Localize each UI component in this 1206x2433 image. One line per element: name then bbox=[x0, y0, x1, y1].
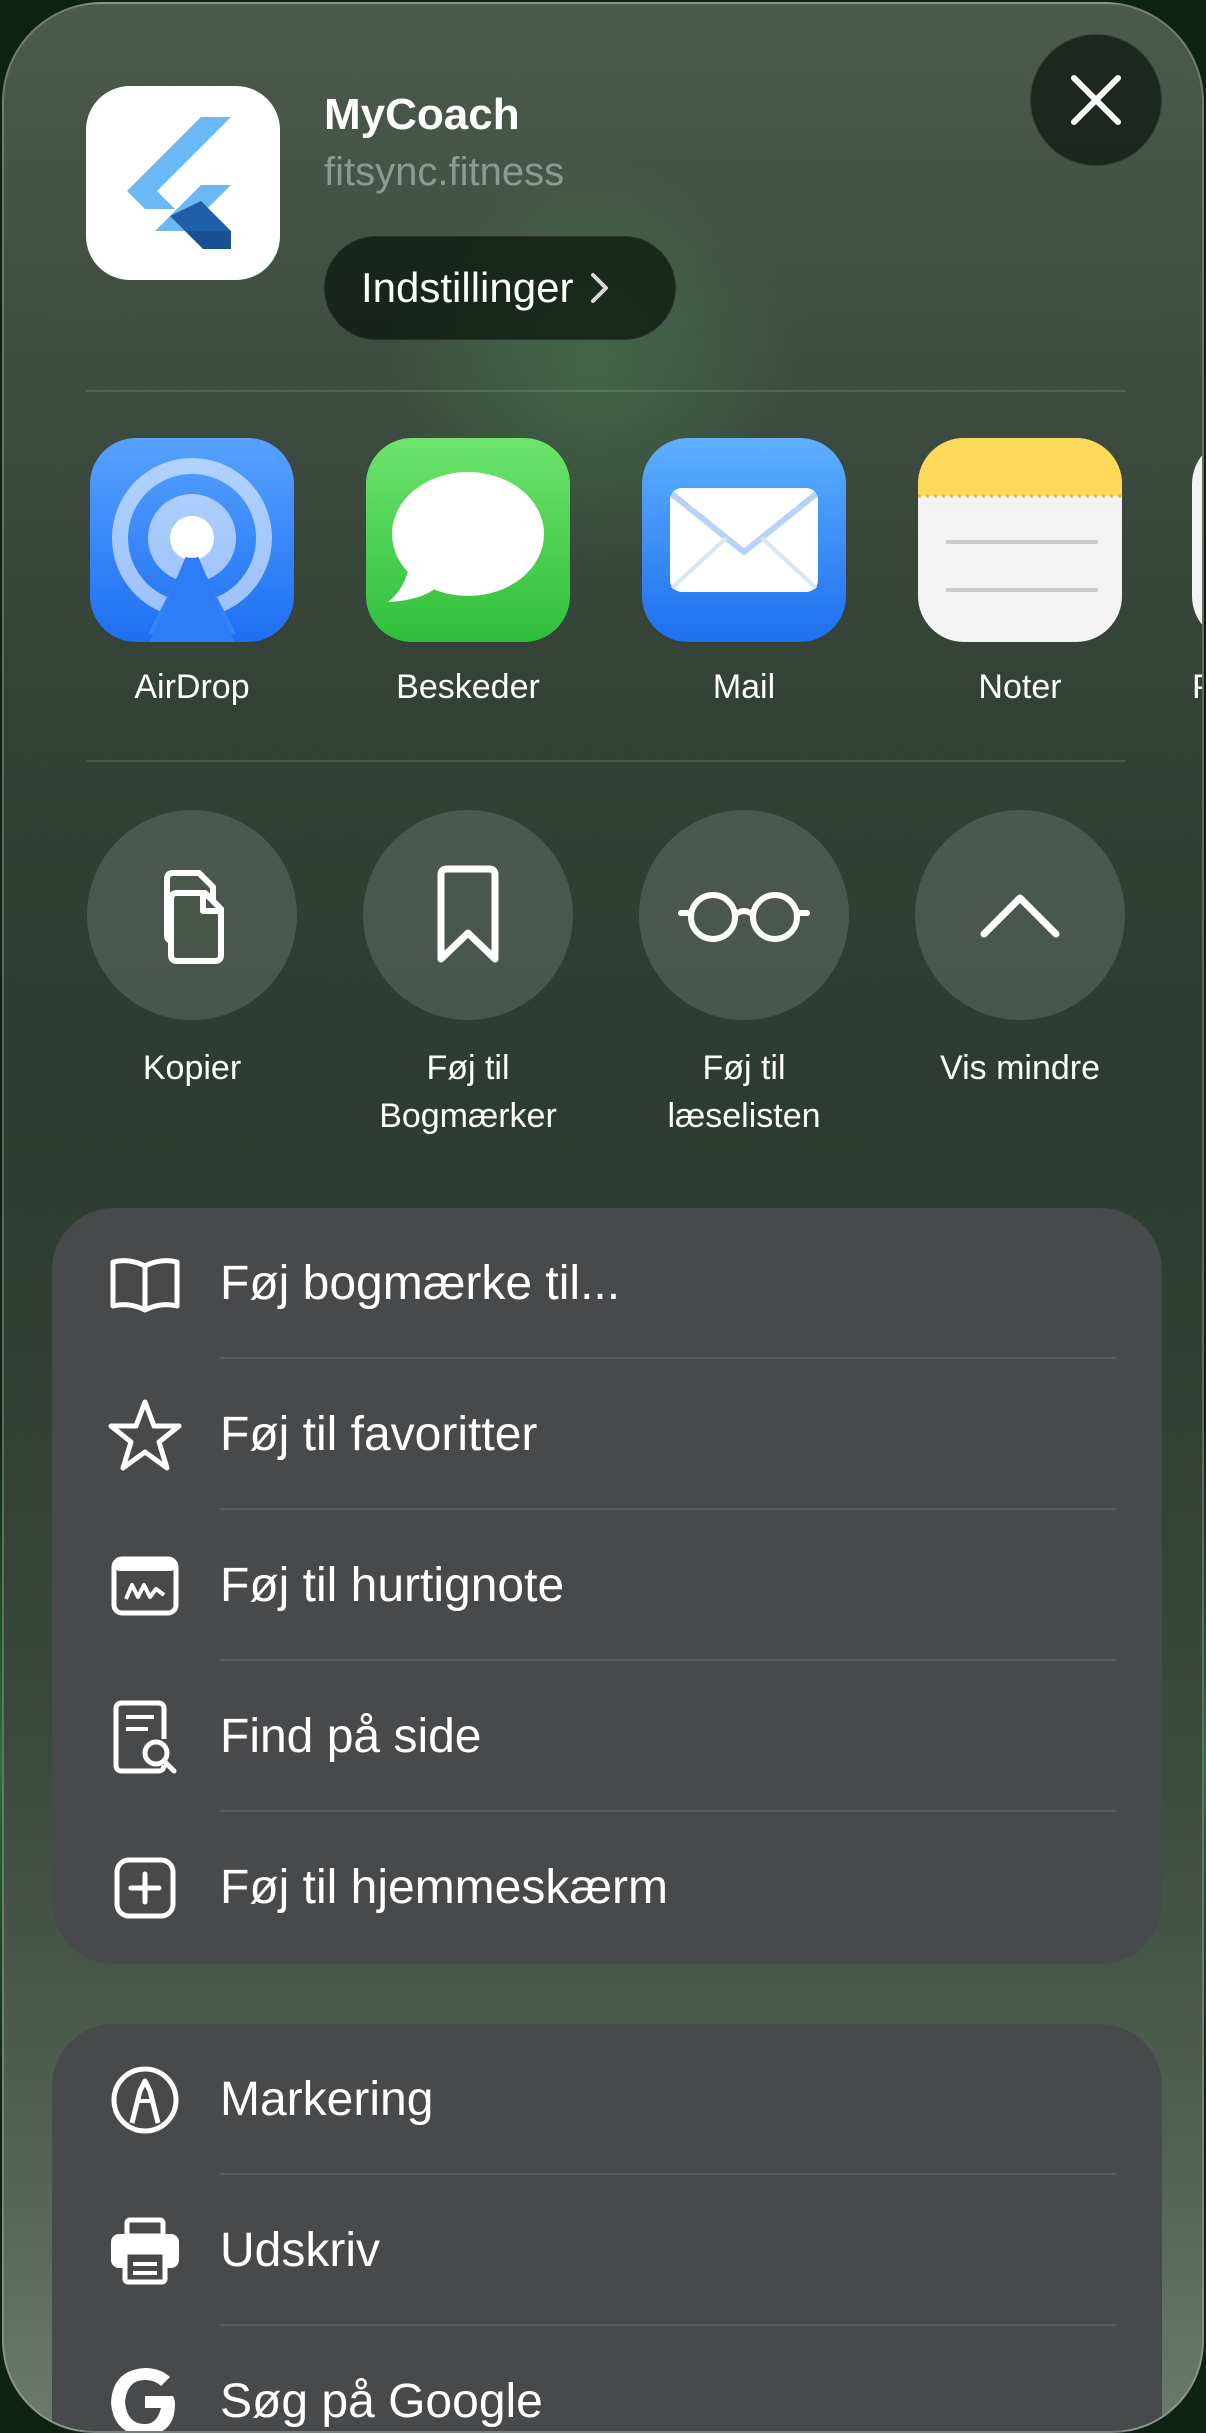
mail-icon bbox=[642, 438, 846, 642]
action-label: Kopier bbox=[142, 1049, 242, 1087]
reading-glasses-icon bbox=[678, 892, 810, 942]
share-app-partial[interactable]: P bbox=[1192, 438, 1202, 707]
bookmark-icon bbox=[437, 865, 499, 963]
settings-button-label: Indstillinger bbox=[361, 264, 574, 311]
partial-app-icon bbox=[1192, 438, 1202, 642]
menu-item-search-google[interactable]: Søg på Google bbox=[52, 2326, 1162, 2431]
share-app-label: Beskeder bbox=[396, 668, 540, 706]
share-app-label: AirDrop bbox=[134, 668, 250, 706]
menu-item-label: Føj til favoritter bbox=[220, 1408, 538, 1461]
action-label: Vis mindre bbox=[940, 1049, 1100, 1087]
action-copy[interactable]: Kopier bbox=[72, 810, 312, 1092]
menu-item-add-home-screen[interactable]: Føj til hjemmeskærm bbox=[52, 1812, 1162, 1963]
menu-item-label: Søg på Google bbox=[220, 2375, 543, 2428]
action-circle bbox=[915, 810, 1125, 1020]
apps-divider bbox=[86, 760, 1126, 762]
add-square-icon bbox=[102, 1845, 188, 1931]
action-add-reading-list[interactable]: Føj til læselisten bbox=[624, 810, 864, 1140]
messages-icon bbox=[366, 438, 570, 642]
share-app-mail[interactable]: Mail bbox=[642, 438, 846, 707]
chevron-up-icon bbox=[980, 894, 1060, 938]
action-show-less[interactable]: Vis mindre bbox=[900, 810, 1140, 1092]
copy-icon bbox=[164, 870, 224, 964]
share-app-label: Mail bbox=[712, 668, 776, 706]
menu-item-label: Føj til hurtignote bbox=[220, 1559, 565, 1612]
menu-item-add-bookmark-to[interactable]: Føj bogmærke til... bbox=[52, 1208, 1162, 1359]
menu-item-print[interactable]: Udskriv bbox=[52, 2175, 1162, 2326]
flutter-logo-icon bbox=[127, 117, 231, 249]
printer-icon bbox=[102, 2208, 188, 2294]
action-label: Føj til læselisten bbox=[667, 1049, 821, 1135]
menu-item-find-on-page[interactable]: Find på side bbox=[52, 1661, 1162, 1812]
star-icon bbox=[102, 1392, 188, 1478]
book-icon bbox=[102, 1241, 188, 1327]
header-divider bbox=[86, 390, 1126, 392]
notes-icon bbox=[918, 438, 1122, 642]
menu-item-label: Find på side bbox=[220, 1710, 482, 1763]
menu-item-label: Markering bbox=[220, 2073, 434, 2126]
menu-item-markup[interactable]: Markering bbox=[52, 2024, 1162, 2175]
app-domain: fitsync.fitness bbox=[324, 150, 565, 194]
share-app-notes[interactable]: Noter bbox=[918, 438, 1122, 707]
menu-item-label: Udskriv bbox=[220, 2224, 381, 2277]
menu-group-bookmarks: Føj bogmærke til... Føj til favoritter F… bbox=[52, 1208, 1162, 1964]
chevron-right-icon bbox=[589, 271, 611, 305]
action-label: Føj til Bogmærker bbox=[379, 1049, 557, 1135]
menu-item-label: Føj bogmærke til... bbox=[220, 1257, 621, 1310]
menu-item-label: Føj til hjemmeskærm bbox=[220, 1861, 669, 1914]
share-app-airdrop[interactable]: AirDrop bbox=[90, 438, 294, 707]
action-add-bookmark[interactable]: Føj til Bogmærker bbox=[348, 810, 588, 1140]
action-circle bbox=[87, 810, 297, 1020]
find-on-page-icon bbox=[102, 1694, 188, 1780]
close-icon bbox=[1071, 75, 1121, 125]
action-circle bbox=[363, 810, 573, 1020]
google-icon bbox=[102, 2359, 188, 2431]
action-circle bbox=[639, 810, 849, 1020]
share-app-label: P bbox=[1192, 668, 1202, 707]
menu-item-add-favorites[interactable]: Føj til favoritter bbox=[52, 1359, 1162, 1510]
app-icon bbox=[86, 86, 280, 280]
close-button[interactable] bbox=[1030, 34, 1162, 166]
settings-button[interactable]: Indstillinger bbox=[324, 236, 676, 340]
airdrop-icon bbox=[90, 438, 294, 642]
menu-item-add-quick-note[interactable]: Føj til hurtignote bbox=[52, 1510, 1162, 1661]
markup-pen-icon bbox=[102, 2057, 188, 2143]
menu-group-tools: Markering Udskriv Søg på Google bbox=[52, 2024, 1162, 2431]
quick-note-icon bbox=[102, 1543, 188, 1629]
share-app-label: Noter bbox=[978, 668, 1062, 706]
share-app-messages[interactable]: Beskeder bbox=[366, 438, 570, 707]
share-sheet: MyCoach fitsync.fitness Indstillinger Ai… bbox=[2, 2, 1204, 2433]
app-name: MyCoach bbox=[324, 90, 520, 139]
